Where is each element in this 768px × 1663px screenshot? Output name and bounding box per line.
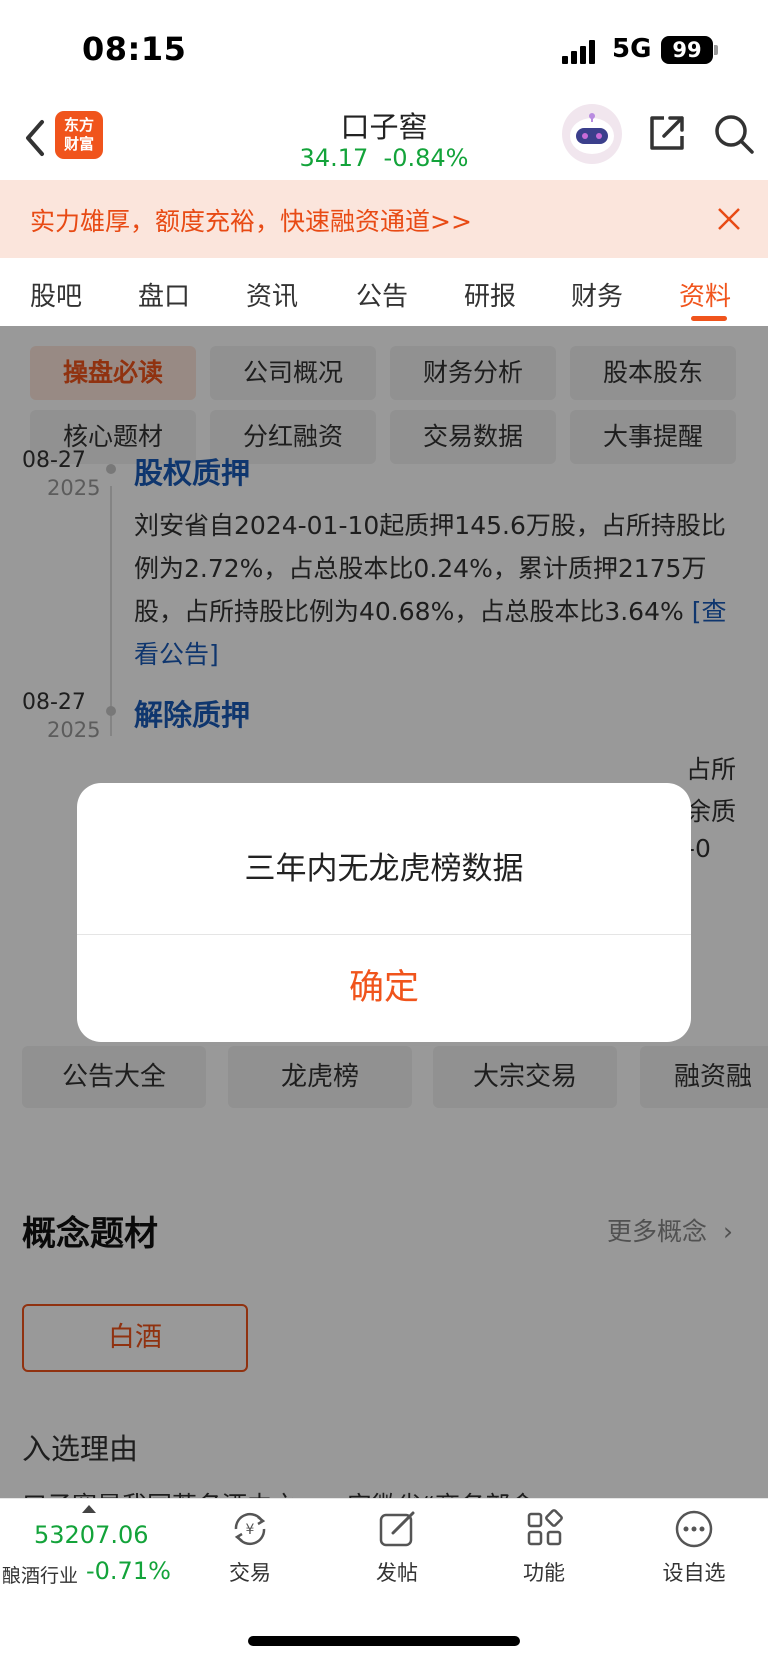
status-bar: 08:15 5G 99 [0, 0, 768, 100]
alert-dialog: 三年内无龙虎榜数据 确定 [77, 783, 691, 1042]
nav-post-label: 发帖 [376, 1561, 418, 1585]
assistant-robot-avatar[interactable] [562, 104, 622, 164]
stock-tabs: 股吧 盘口 资讯 公告 研报 财务 资料 [0, 258, 768, 326]
tab-profile[interactable]: 资料 [679, 276, 731, 313]
cellular-signal-icon [562, 38, 595, 64]
tab-guba[interactable]: 股吧 [30, 276, 82, 313]
search-icon[interactable] [712, 112, 756, 156]
dialog-message: 三年内无龙虎榜数据 [244, 851, 524, 887]
network-type: 5G [612, 34, 652, 64]
nav-add-watchlist[interactable]: 设自选 [644, 1507, 744, 1587]
active-tab-indicator [691, 316, 727, 321]
tab-announcements[interactable]: 公告 [356, 276, 408, 313]
yuan-exchange-icon: ¥ [234, 1512, 266, 1546]
tab-news[interactable]: 资讯 [246, 276, 298, 313]
nav-add-watchlist-label: 设自选 [662, 1561, 726, 1585]
battery-icon: 99 [661, 36, 713, 64]
industry-index-value[interactable]: 53207.06 [34, 1521, 149, 1549]
industry-index-name[interactable]: 酿酒行业 [2, 1561, 78, 1588]
nav-trade[interactable]: ¥ 交易 [200, 1507, 300, 1587]
home-indicator[interactable] [248, 1636, 520, 1646]
robot-icon [570, 113, 614, 154]
tab-research[interactable]: 研报 [464, 276, 516, 313]
nav-trade-label: 交易 [229, 1561, 271, 1585]
nav-post[interactable]: 发帖 [347, 1507, 447, 1587]
confirm-button[interactable]: 确定 [77, 935, 691, 1042]
industry-index-change[interactable]: -0.71% [86, 1557, 171, 1585]
share-icon[interactable] [646, 112, 688, 154]
close-icon[interactable] [716, 206, 742, 232]
nav-functions-label: 功能 [523, 1561, 565, 1585]
battery-tip [714, 45, 718, 55]
stock-header: 东方 财富 口子窖 34.17 -0.84% [0, 100, 768, 180]
grid-icon [527, 1509, 563, 1546]
nav-functions[interactable]: 功能 [494, 1507, 594, 1587]
edit-icon [379, 1511, 415, 1547]
stock-change: -0.84% [383, 144, 469, 172]
status-time: 08:15 [82, 30, 187, 68]
promo-banner[interactable]: 实力雄厚，额度充裕，快速融资通道>> [0, 180, 768, 258]
promo-banner-text[interactable]: 实力雄厚，额度充裕，快速融资通道>> [30, 202, 472, 238]
tab-finance[interactable]: 财务 [571, 276, 623, 313]
bottom-toolbar: 53207.06 酿酒行业 -0.71% ¥ 交易 发帖 功能 设自选 [0, 1498, 768, 1663]
more-dots-icon [675, 1510, 713, 1548]
svg-text:¥: ¥ [246, 1522, 255, 1538]
stock-price: 34.17 [299, 144, 369, 172]
tab-pankou[interactable]: 盘口 [138, 276, 190, 313]
expand-up-icon[interactable] [82, 1505, 96, 1513]
